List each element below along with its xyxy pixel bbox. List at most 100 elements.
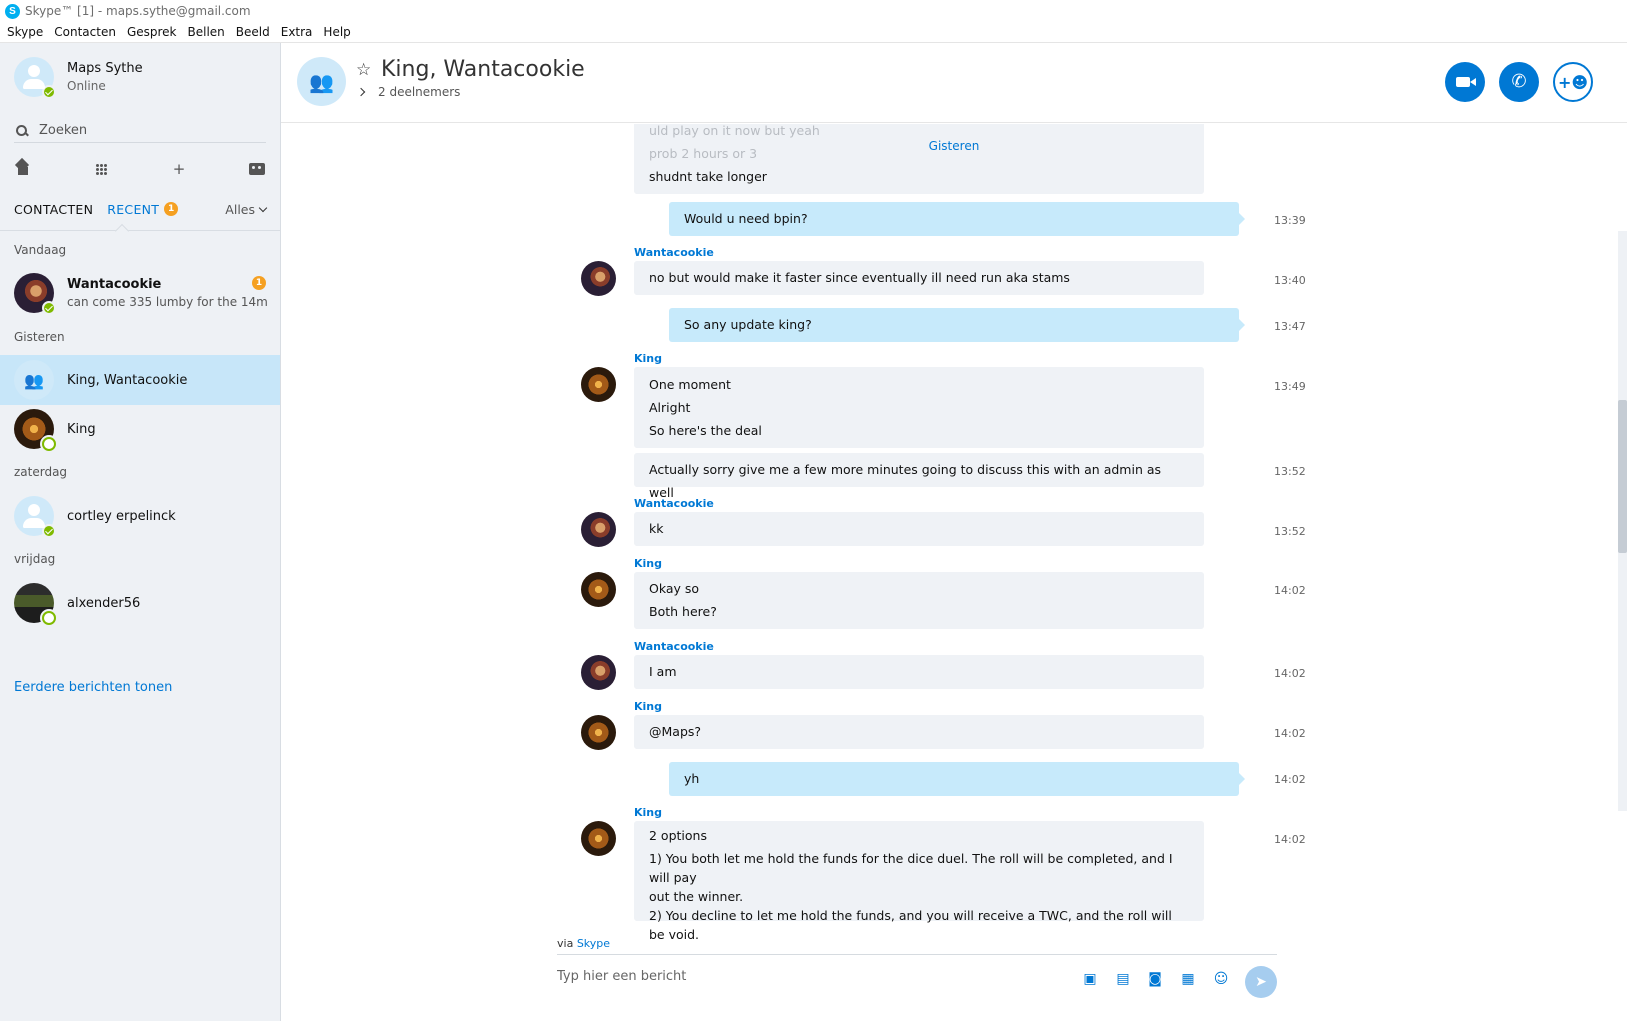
send-file-button[interactable]: ▤	[1114, 971, 1132, 987]
message-time: 13:40	[1274, 274, 1306, 287]
dialpad-icon	[95, 163, 107, 175]
chat-title: King, Wantacookie	[381, 57, 585, 82]
phone-icon: ✆	[1511, 71, 1527, 92]
add-participant-button[interactable]: +☻	[1553, 62, 1593, 102]
message-bubble[interactable]: no but would make it faster since eventu…	[634, 261, 1204, 295]
menu-extra[interactable]: Extra	[281, 25, 313, 39]
sidebar-toolbar: +	[14, 158, 266, 180]
message-bubble[interactable]: I am	[634, 655, 1204, 689]
avatar: 👥	[14, 360, 54, 400]
conversation-wantacookie[interactable]: Wantacookie can come 335 lumby for the 1…	[0, 268, 280, 318]
video-camera-icon	[1456, 77, 1470, 87]
chevron-right-icon	[356, 87, 366, 97]
emoticon-button[interactable]: ☺	[1212, 971, 1230, 987]
message-sender: King	[634, 557, 662, 570]
conversation-name: Wantacookie	[67, 277, 162, 292]
message-composer: via Skype ▣ ▤ ◙ ▦ ☺ ➤	[557, 929, 1277, 1021]
conversation-alxender56[interactable]: alxender56	[0, 578, 280, 628]
send-media-button[interactable]: ▣	[1081, 971, 1099, 987]
message-line: Okay so	[649, 581, 700, 596]
message-bubble[interactable]: kk	[634, 512, 1204, 546]
via-app[interactable]: Skype	[577, 937, 610, 950]
message-time: 13:47	[1274, 320, 1306, 333]
home-button[interactable]	[14, 160, 32, 178]
message-bubble[interactable]: One moment Alright So here's the deal	[634, 367, 1204, 448]
send-contact-button[interactable]: ▦	[1179, 971, 1197, 987]
menu-skype[interactable]: Skype	[7, 25, 43, 39]
online-status-icon	[42, 301, 56, 315]
bots-button[interactable]	[248, 160, 266, 178]
message-line: shudnt take longer	[649, 169, 767, 184]
send-button[interactable]: ➤	[1245, 966, 1277, 998]
message-bubble[interactable]: Actually sorry give me a few more minute…	[634, 453, 1204, 500]
profile-name: Maps Sythe	[67, 61, 143, 76]
show-older-messages-link[interactable]: Eerdere berichten tonen	[14, 680, 172, 695]
message-bubble[interactable]: uld play on it now but yeah prob 2 hours…	[634, 124, 1204, 194]
menu-contacten[interactable]: Contacten	[54, 25, 116, 39]
message-line: Actually sorry give me a few more minute…	[649, 462, 1162, 500]
via-text: via	[557, 937, 574, 950]
menu-help[interactable]: Help	[323, 25, 350, 39]
offline-status-icon	[42, 611, 56, 625]
message-bubble[interactable]: Would u need bpin?	[669, 202, 1245, 236]
message-bubble[interactable]: Okay so Both here?	[634, 572, 1204, 629]
add-person-icon: +☻	[1557, 72, 1589, 92]
message-time: 13:49	[1274, 380, 1306, 393]
section-saturday: zaterdag	[14, 465, 68, 479]
tab-recent[interactable]: RECENT 1	[107, 202, 179, 217]
star-icon[interactable]: ☆	[356, 60, 371, 80]
filter-dropdown[interactable]: Alles	[225, 202, 268, 217]
search-input[interactable]	[39, 123, 239, 138]
voice-call-button[interactable]: ✆	[1499, 62, 1539, 102]
menu-gesprek[interactable]: Gesprek	[127, 25, 177, 39]
tab-contacts[interactable]: CONTACTEN	[14, 202, 93, 217]
conversation-king-wantacookie[interactable]: 👥 King, Wantacookie	[0, 355, 280, 405]
message-line: kk	[649, 521, 664, 536]
conversation-cortley[interactable]: cortley erpelinck	[0, 491, 280, 541]
message-input[interactable]	[557, 969, 1057, 984]
avatar	[581, 655, 616, 690]
avatar	[581, 512, 616, 547]
message-sender: Wantacookie	[634, 640, 714, 653]
message-line: 1) You both let me hold the funds for th…	[649, 851, 1173, 885]
conversation-name: King, Wantacookie	[67, 372, 188, 388]
message-line: yh	[684, 771, 700, 786]
avatar	[581, 367, 616, 402]
smiley-icon: ☺	[1213, 971, 1229, 987]
message-sender: King	[634, 806, 662, 819]
home-icon	[16, 163, 30, 175]
add-button[interactable]: +	[170, 160, 188, 178]
message-time: 13:39	[1274, 214, 1306, 227]
participants-toggle[interactable]: 2 deelnemers	[356, 85, 460, 99]
conversation-king[interactable]: King	[0, 404, 280, 454]
message-time: 14:02	[1274, 667, 1306, 680]
group-icon: 👥	[309, 69, 334, 94]
search-icon	[16, 124, 28, 137]
message-sender: Wantacookie	[634, 246, 714, 259]
message-bubble[interactable]: @Maps?	[634, 715, 1204, 749]
section-today: Vandaag	[14, 243, 67, 257]
file-icon: ▤	[1116, 971, 1130, 987]
dialpad-button[interactable]	[92, 160, 110, 178]
section-yesterday: Gisteren	[14, 330, 65, 344]
message-line: Alright	[649, 400, 691, 415]
message-line: So any update king?	[684, 317, 812, 332]
menu-bellen[interactable]: Bellen	[188, 25, 225, 39]
message-bubble[interactable]: 2 options 1) You both let me hold the fu…	[634, 821, 1204, 942]
section-friday: vrijdag	[14, 552, 56, 566]
message-bubble[interactable]: yh	[669, 762, 1245, 796]
search-box[interactable]	[14, 119, 266, 143]
chat-panel: 👥 ☆ King, Wantacookie 2 deelnemers ✆ +☻ …	[281, 43, 1627, 1021]
message-bubble[interactable]: So any update king?	[669, 308, 1245, 342]
message-line: Both here?	[649, 604, 717, 619]
avatar	[581, 715, 616, 750]
profile[interactable]: Maps Sythe Online	[14, 57, 143, 99]
conversation-name: cortley erpelinck	[67, 508, 176, 524]
message-sender: King	[634, 700, 662, 713]
contact-tabs: CONTACTEN RECENT 1 Alles	[14, 199, 268, 219]
avatar	[14, 409, 56, 451]
menu-beeld[interactable]: Beeld	[236, 25, 270, 39]
image-icon: ▣	[1083, 971, 1097, 987]
video-call-button[interactable]	[1445, 62, 1485, 102]
video-message-button[interactable]: ◙	[1146, 971, 1164, 987]
